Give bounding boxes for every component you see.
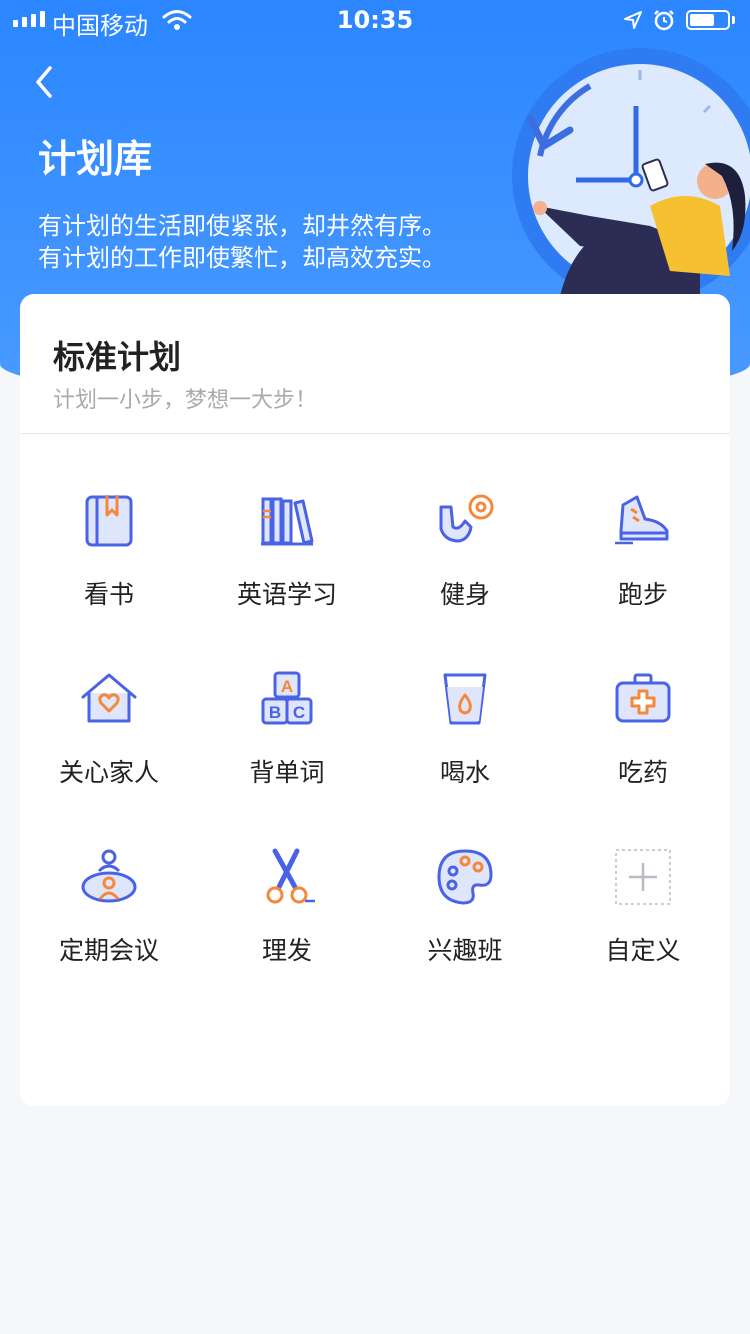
plan-item-haircut[interactable]: 理发 (198, 789, 376, 967)
medicine-kit-icon (615, 673, 671, 723)
card-header: 标准计划 计划一小步，梦想一大步！ (20, 294, 730, 434)
alarm-icon (654, 10, 674, 31)
slogan-line-1: 有计划的生活即使紧张，却井然有序。 (38, 212, 446, 240)
add-icon (615, 849, 671, 905)
plan-item-vocabulary[interactable]: A B C 背单词 (198, 611, 376, 789)
card-title: 标准计划 (53, 338, 182, 376)
plan-item-meeting[interactable]: 定期会议 (20, 789, 198, 967)
card-subtitle: 计划一小步，梦想一大步！ (53, 388, 318, 413)
clock-illustration (512, 48, 750, 306)
abc-blocks-icon: A B C (261, 671, 313, 725)
location-icon (624, 11, 642, 29)
palette-icon (437, 849, 493, 905)
plan-item-label: 吃药 (617, 758, 668, 787)
books-shelf-icon (261, 497, 314, 546)
svg-text:C: C (293, 703, 305, 722)
plan-item-label: 背单词 (249, 758, 325, 787)
plan-item-water[interactable]: 喝水 (376, 611, 554, 789)
plan-item-label: 英语学习 (236, 580, 337, 609)
plan-item-label: 定期会议 (58, 936, 159, 965)
battery-icon (686, 10, 730, 30)
fitness-icon (439, 494, 494, 543)
plan-item-custom[interactable]: 自定义 (554, 789, 730, 967)
plan-item-label: 兴趣班 (427, 936, 503, 965)
plan-item-label: 跑步 (617, 580, 668, 609)
meeting-icon (81, 849, 137, 903)
svg-text:B: B (269, 703, 281, 722)
standard-plan-card: 标准计划 计划一小步，梦想一大步！ 看书 英语学习 健身 跑步 关心家人 A B… (20, 294, 730, 1106)
water-cup-icon (443, 673, 487, 725)
svg-text:A: A (281, 677, 293, 696)
plan-item-label: 看书 (83, 580, 134, 609)
plan-item-reading[interactable]: 看书 (20, 433, 198, 611)
page-title: 计划库 (38, 137, 153, 181)
plan-item-medicine[interactable]: 吃药 (554, 611, 730, 789)
back-arrow-icon[interactable] (26, 62, 66, 102)
status-bar: 中国移动 10:35 (0, 0, 750, 40)
plan-item-family[interactable]: 关心家人 (20, 611, 198, 789)
slogan-line-2: 有计划的工作即使繁忙，却高效充实。 (38, 244, 446, 272)
plan-item-running[interactable]: 跑步 (554, 433, 730, 611)
plan-item-fitness[interactable]: 健身 (376, 433, 554, 611)
plan-item-label: 喝水 (439, 758, 490, 787)
plan-item-hobby-class[interactable]: 兴趣班 (376, 789, 554, 967)
scissors-icon (266, 848, 315, 904)
house-heart-icon (81, 673, 137, 723)
plan-item-label: 健身 (439, 580, 490, 609)
plan-item-label: 自定义 (605, 936, 681, 965)
running-shoe-icon (615, 495, 669, 545)
plan-item-label: 理发 (261, 936, 312, 965)
book-icon (85, 495, 133, 547)
plan-item-english[interactable]: 英语学习 (198, 433, 376, 611)
plan-item-label: 关心家人 (58, 758, 159, 787)
